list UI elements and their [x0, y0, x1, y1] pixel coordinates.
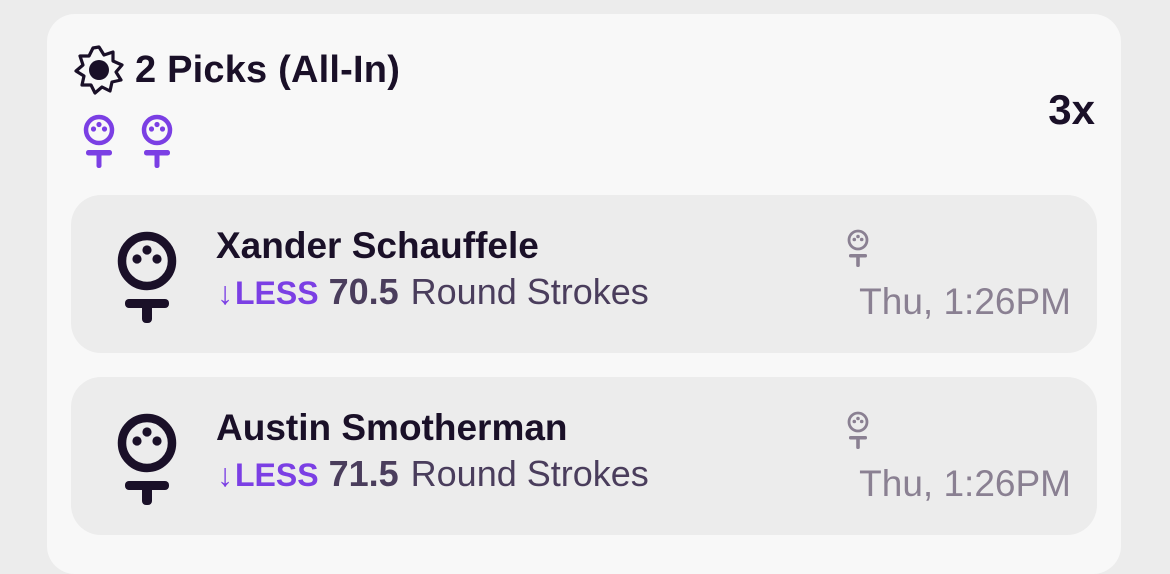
entry-card[interactable]: 2 Picks (All-In) 3x Xander Schauffele ↓ … — [47, 14, 1121, 574]
player-name: Xander Schauffele — [216, 225, 539, 266]
golf-ball-tee-icon — [847, 411, 869, 449]
line-value: 71.5 — [328, 453, 399, 494]
pick-row[interactable]: Xander Schauffele ↓ LESS 70.5 Round Stro… — [71, 195, 1097, 353]
arrow-down-icon: ↓ — [217, 275, 233, 311]
pick-direction: LESS — [235, 457, 319, 493]
arrow-down-icon: ↓ — [217, 457, 233, 493]
golf-ball-tee-icon — [141, 114, 173, 168]
golf-ball-tee-icon — [847, 229, 869, 267]
entry-header: 2 Picks (All-In) — [73, 44, 400, 96]
pick-row[interactable]: Austin Smotherman ↓ LESS 71.5 Round Stro… — [71, 377, 1097, 535]
pick-line: ↓ LESS 70.5 Round Strokes — [217, 271, 649, 313]
sun-badge-icon — [74, 45, 124, 95]
game-time: Thu, 1:26PM — [859, 281, 1071, 322]
golf-ball-tee-icon — [117, 231, 177, 323]
sport-icons-row — [81, 114, 175, 172]
pick-line: ↓ LESS 71.5 Round Strokes — [217, 453, 649, 495]
stat-type: Round Strokes — [410, 453, 649, 494]
stat-type: Round Strokes — [410, 271, 649, 312]
golf-ball-tee-icon — [117, 413, 177, 505]
entry-title: 2 Picks (All-In) — [135, 48, 401, 91]
golf-ball-tee-icon — [83, 114, 115, 168]
player-name: Austin Smotherman — [216, 407, 568, 448]
payout-multiplier: 3x — [1048, 86, 1095, 133]
game-time: Thu, 1:26PM — [859, 463, 1071, 504]
line-value: 70.5 — [328, 271, 399, 312]
pick-direction: LESS — [235, 275, 319, 311]
